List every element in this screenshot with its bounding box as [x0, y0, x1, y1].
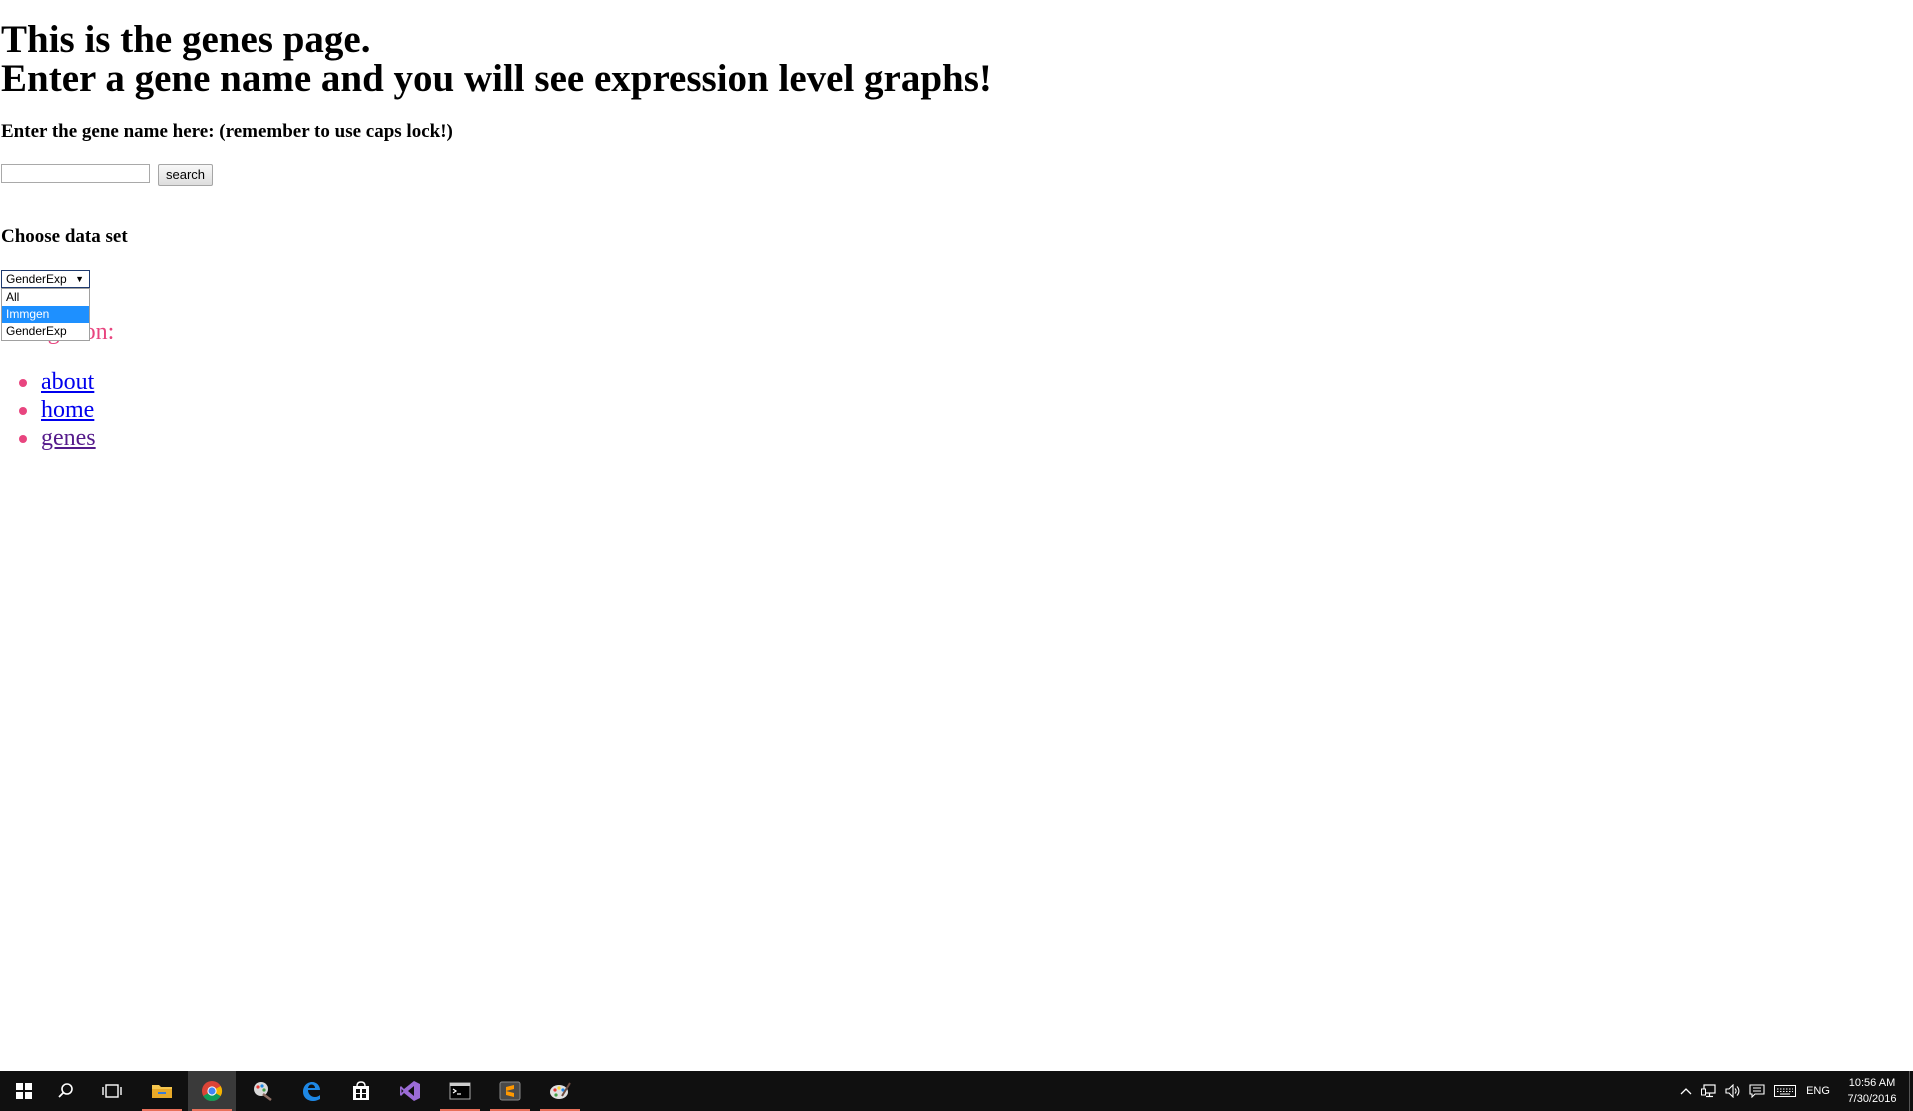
dataset-selected-value: GenderExp	[6, 272, 67, 286]
dataset-label: Choose data set	[1, 226, 128, 247]
nav-item-genes: genes	[0, 424, 96, 452]
nav-link-about[interactable]: about	[41, 369, 94, 395]
dataset-option-genderexp[interactable]: GenderExp	[2, 323, 89, 340]
dataset-dropdown-list: All Immgen GenderExp	[1, 288, 90, 341]
dropdown-arrow-icon: ▼	[75, 274, 84, 284]
clock-time: 10:56 AM	[1848, 1077, 1896, 1089]
navigation-list: about home genes	[0, 368, 96, 452]
action-center-tray-button[interactable]	[1746, 1071, 1768, 1111]
language-indicator[interactable]: ENG	[1802, 1071, 1834, 1111]
notification-icon	[1749, 1084, 1765, 1098]
paint-icon	[254, 1082, 272, 1101]
nav-link-home[interactable]: home	[41, 397, 94, 423]
paint-palette-icon	[550, 1082, 571, 1099]
store-icon	[353, 1081, 369, 1100]
taskbar-chrome[interactable]	[188, 1071, 236, 1111]
taskbar-command-prompt[interactable]	[436, 1071, 484, 1111]
start-icon	[16, 1083, 32, 1099]
chevron-up-icon	[1680, 1088, 1692, 1095]
edge-icon	[303, 1082, 320, 1101]
gene-name-prompt: Enter the gene name here: (remember to u…	[1, 121, 453, 142]
volume-icon	[1725, 1084, 1740, 1098]
start-button[interactable]	[0, 1071, 48, 1111]
file-explorer-icon	[152, 1085, 172, 1098]
dataset-select[interactable]: GenderExp ▼	[1, 270, 90, 288]
show-hidden-icons-button[interactable]	[1676, 1071, 1696, 1111]
bullet-icon	[19, 435, 27, 443]
dataset-option-immgen[interactable]: Immgen	[2, 306, 89, 323]
visual-studio-icon	[400, 1081, 420, 1101]
taskbar-sublime-text[interactable]	[486, 1071, 534, 1111]
volume-tray-button[interactable]	[1722, 1071, 1744, 1111]
taskbar-file-explorer[interactable]	[138, 1071, 186, 1111]
network-icon	[1701, 1084, 1716, 1098]
show-desktop-button[interactable]	[1909, 1071, 1913, 1111]
taskbar-paint-app[interactable]	[238, 1071, 286, 1111]
task-view-button[interactable]	[88, 1071, 136, 1111]
nav-item-home: home	[0, 396, 96, 424]
browser-page: This is the genes page. Enter a gene nam…	[0, 0, 1913, 1071]
taskbar-edge[interactable]	[287, 1071, 335, 1111]
bullet-icon	[19, 407, 27, 415]
sublime-icon	[499, 1081, 521, 1101]
network-tray-button[interactable]	[1698, 1071, 1720, 1111]
terminal-icon	[449, 1082, 471, 1100]
chrome-icon	[202, 1081, 223, 1102]
search-icon	[58, 1083, 73, 1098]
nav-item-about: about	[0, 368, 96, 396]
task-view-icon	[102, 1084, 122, 1098]
taskbar-search-button[interactable]	[42, 1071, 90, 1111]
nav-link-genes[interactable]: genes	[41, 425, 96, 451]
bullet-icon	[19, 379, 27, 387]
dataset-option-all[interactable]: All	[2, 289, 89, 306]
taskbar-visual-studio[interactable]	[386, 1071, 434, 1111]
taskbar-clock[interactable]: 10:56 AM 7/30/2016	[1836, 1075, 1908, 1107]
page-subtitle: Enter a gene name and you will see expre…	[1, 57, 992, 100]
page-title: This is the genes page.	[1, 18, 371, 61]
keyboard-tray-button[interactable]	[1772, 1071, 1798, 1111]
windows-taskbar: ENG 10:56 AM 7/30/2016	[0, 1071, 1913, 1111]
gene-search-input[interactable]	[1, 164, 150, 183]
search-button[interactable]: search	[158, 164, 213, 186]
clock-date: 7/30/2016	[1847, 1093, 1897, 1105]
keyboard-icon	[1774, 1085, 1796, 1097]
taskbar-store[interactable]	[337, 1071, 385, 1111]
taskbar-paint-palette[interactable]	[536, 1071, 584, 1111]
